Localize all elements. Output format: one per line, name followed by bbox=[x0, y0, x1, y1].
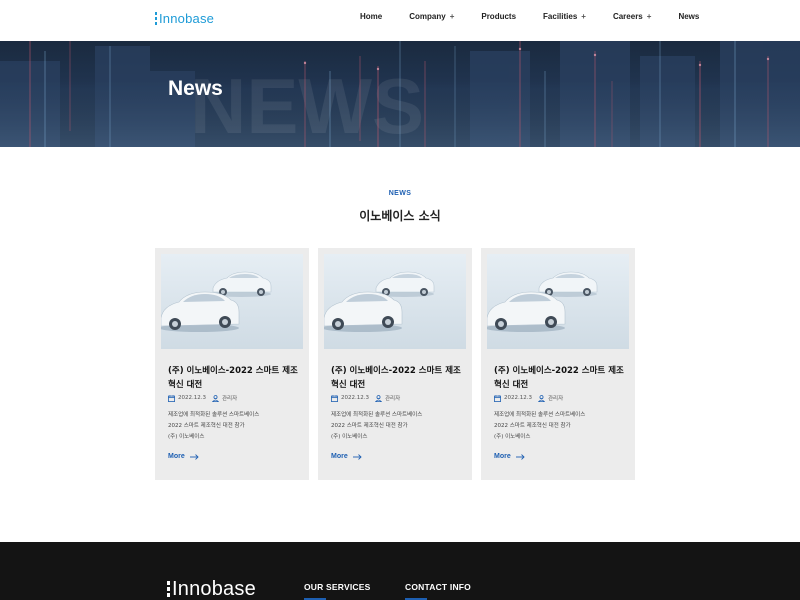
site-header: Innobase Home Company + Products Faciliti… bbox=[0, 0, 800, 41]
white-cars-illustration bbox=[324, 254, 466, 349]
nav-item-company[interactable]: Company + bbox=[409, 12, 454, 21]
more-link[interactable]: More bbox=[168, 453, 199, 460]
banner-title: News bbox=[168, 77, 223, 100]
news-author: 관리자 bbox=[385, 396, 401, 402]
news-meta: 2022.12.3 관리자 bbox=[168, 394, 237, 402]
logo-text: Innobase bbox=[159, 10, 215, 26]
main-nav: Home Company + Products Facilities + Caree… bbox=[360, 12, 699, 21]
more-label: More bbox=[168, 453, 185, 460]
nav-label: Careers bbox=[612, 12, 643, 21]
excerpt-line: 제조업에 최적화된 솔루션 스마트베이스 bbox=[168, 412, 260, 418]
footer-heading-services: OUR SERVICES bbox=[304, 582, 371, 592]
white-cars-illustration bbox=[487, 254, 629, 349]
nav-label: Home bbox=[360, 12, 383, 21]
section-title: 이노베이스 소식 bbox=[359, 209, 441, 223]
nav-item-home[interactable]: Home bbox=[360, 12, 382, 21]
more-label: More bbox=[494, 453, 511, 460]
excerpt-line: (주) 이노베이스 bbox=[331, 434, 368, 440]
excerpt-line: 2022 스마트 제조혁신 대전 참가 bbox=[494, 423, 571, 429]
plus-icon: + bbox=[581, 12, 586, 21]
news-excerpt: 제조업에 최적화된 솔루션 스마트베이스 2022 스마트 제조혁신 대전 참가… bbox=[494, 410, 626, 443]
excerpt-line: (주) 이노베이스 bbox=[168, 434, 205, 440]
news-date: 2022.12.3 bbox=[341, 395, 369, 401]
news-thumbnail[interactable] bbox=[324, 254, 466, 349]
news-author: 관리자 bbox=[548, 396, 564, 402]
user-icon bbox=[538, 394, 545, 402]
arrow-right-icon bbox=[189, 453, 199, 460]
white-cars-illustration bbox=[161, 254, 303, 349]
excerpt-line: 2022 스마트 제조혁신 대전 참가 bbox=[331, 423, 408, 429]
plus-icon: + bbox=[646, 12, 652, 21]
arrow-right-icon bbox=[515, 453, 525, 460]
user-icon bbox=[375, 394, 382, 402]
news-title[interactable]: (주) 이노베이스-2022 스마트 제조혁신 대전 bbox=[168, 364, 300, 392]
excerpt-line: 2022 스마트 제조혁신 대전 참가 bbox=[168, 423, 245, 429]
news-card[interactable]: (주) 이노베이스-2022 스마트 제조혁신 대전 2022.12.3 관리자… bbox=[155, 248, 309, 480]
more-label: More bbox=[331, 453, 348, 460]
news-meta: 2022.12.3 관리자 bbox=[331, 394, 400, 402]
news-card[interactable]: (주) 이노베이스-2022 스마트 제조혁신 대전 2022.12.3 관리자… bbox=[481, 248, 635, 480]
nav-label: Facilities bbox=[543, 12, 578, 21]
nav-item-news[interactable]: News bbox=[678, 12, 699, 21]
news-date: 2022.12.3 bbox=[178, 395, 206, 401]
news-thumbnail[interactable] bbox=[161, 254, 303, 349]
news-excerpt: 제조업에 최적화된 솔루션 스마트베이스 2022 스마트 제조혁신 대전 참가… bbox=[331, 410, 463, 443]
news-author: 관리자 bbox=[222, 396, 238, 402]
city-lights-background: NEWS bbox=[0, 41, 800, 147]
nav-item-products[interactable]: Products bbox=[481, 12, 516, 21]
calendar-icon bbox=[168, 394, 175, 402]
more-link[interactable]: More bbox=[494, 453, 525, 460]
nav-item-careers[interactable]: Careers + bbox=[613, 12, 651, 21]
nav-label: Products bbox=[481, 12, 517, 21]
news-thumbnail[interactable] bbox=[487, 254, 629, 349]
footer-logo[interactable]: Innobase bbox=[167, 578, 256, 600]
news-date: 2022.12.3 bbox=[504, 395, 532, 401]
logo-mark-icon bbox=[167, 581, 170, 597]
nav-item-facilities[interactable]: Facilities + bbox=[543, 12, 586, 21]
excerpt-line: 제조업에 최적화된 솔루션 스마트베이스 bbox=[494, 412, 586, 418]
brand-logo[interactable]: Innobase bbox=[155, 10, 214, 26]
nav-label: News bbox=[678, 12, 700, 21]
logo-mark-icon bbox=[155, 11, 157, 25]
section-eyebrow: NEWS bbox=[388, 190, 412, 197]
calendar-icon bbox=[494, 394, 501, 402]
page-banner: NEWS News bbox=[0, 41, 800, 147]
footer-heading-contact: CONTACT INFO bbox=[405, 582, 471, 592]
site-footer: Innobase OUR SERVICES CONTACT INFO bbox=[0, 542, 800, 600]
news-title[interactable]: (주) 이노베이스-2022 스마트 제조혁신 대전 bbox=[494, 364, 626, 392]
news-excerpt: 제조업에 최적화된 솔루션 스마트베이스 2022 스마트 제조혁신 대전 참가… bbox=[168, 410, 300, 443]
banner-watermark: NEWS bbox=[190, 62, 424, 147]
excerpt-line: 제조업에 최적화된 솔루션 스마트베이스 bbox=[331, 412, 423, 418]
arrow-right-icon bbox=[352, 453, 362, 460]
footer-logo-text: Innobase bbox=[172, 577, 256, 600]
news-title[interactable]: (주) 이노베이스-2022 스마트 제조혁신 대전 bbox=[331, 364, 463, 392]
excerpt-line: (주) 이노베이스 bbox=[494, 434, 531, 440]
calendar-icon bbox=[331, 394, 338, 402]
more-link[interactable]: More bbox=[331, 453, 362, 460]
nav-label: Company bbox=[409, 12, 446, 21]
news-card[interactable]: (주) 이노베이스-2022 스마트 제조혁신 대전 2022.12.3 관리자… bbox=[318, 248, 472, 480]
news-meta: 2022.12.3 관리자 bbox=[494, 394, 563, 402]
user-icon bbox=[212, 394, 219, 402]
plus-icon: + bbox=[449, 12, 455, 21]
